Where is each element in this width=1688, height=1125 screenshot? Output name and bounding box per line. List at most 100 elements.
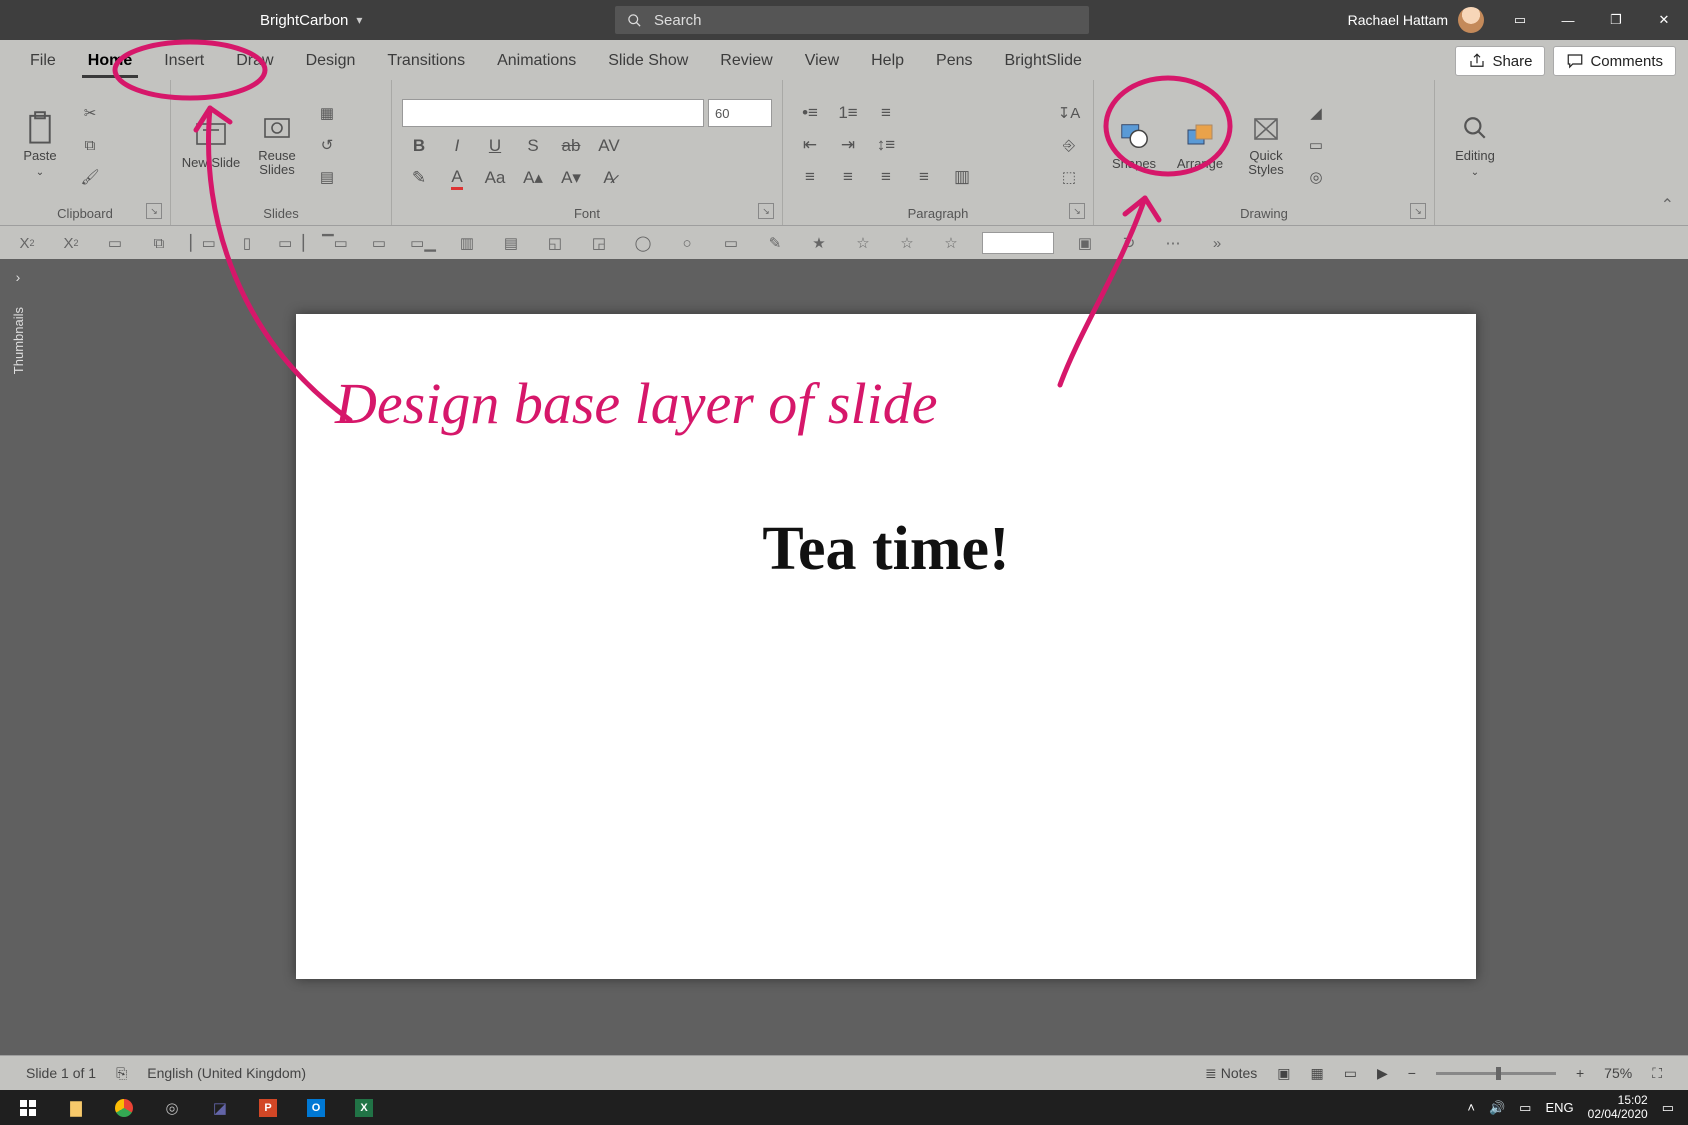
tab-home[interactable]: Home (72, 42, 148, 80)
list-level-button[interactable]: ≡ (869, 100, 903, 126)
align-center-button[interactable]: ≡ (831, 164, 865, 190)
bold-button[interactable]: B (402, 133, 436, 159)
decrease-indent-button[interactable]: ⇤ (793, 132, 827, 158)
justify-button[interactable]: ≡ (907, 164, 941, 190)
tab-design[interactable]: Design (290, 42, 372, 80)
excel-taskbar-icon[interactable]: X (340, 1090, 388, 1125)
notes-toggle[interactable]: ≣ Notes (1195, 1056, 1267, 1090)
qat-align-bottom-button[interactable]: ▭▁ (410, 232, 436, 254)
superscript-button[interactable]: X2 (58, 232, 84, 254)
tray-clock[interactable]: 15:02 02/04/2020 (1588, 1094, 1648, 1120)
section-button[interactable]: ▤ (313, 164, 341, 190)
slide-counter[interactable]: Slide 1 of 1 (16, 1056, 106, 1090)
qat-reorder-button[interactable]: ↻ (1116, 232, 1142, 254)
user-account[interactable]: Rachael Hattam (1336, 7, 1496, 33)
qat-overflow-button[interactable]: » (1204, 232, 1230, 254)
reuse-slides-button[interactable]: Reuse Slides (247, 98, 307, 193)
strike-button[interactable]: ab (554, 133, 588, 159)
tab-review[interactable]: Review (704, 42, 788, 80)
cut-button[interactable]: ✂ (76, 100, 104, 126)
qat-oval-button[interactable]: ◯ (630, 232, 656, 254)
qat-align-left-button[interactable]: ▏▭ (190, 232, 216, 254)
qat-dist-h-button[interactable]: ▥ (454, 232, 480, 254)
tab-insert[interactable]: Insert (148, 42, 220, 80)
slide[interactable]: Tea time! (296, 314, 1476, 979)
align-text-button[interactable]: ⎆ (1055, 132, 1083, 158)
shape-outline-button[interactable]: ▭ (1302, 132, 1330, 158)
increase-indent-button[interactable]: ⇥ (831, 132, 865, 158)
explorer-taskbar-icon[interactable]: ▇ (52, 1090, 100, 1125)
format-painter-button[interactable]: 🖌 (76, 164, 104, 190)
tray-volume-icon[interactable]: 🔊 (1489, 1100, 1505, 1116)
underline-button[interactable]: U (478, 133, 512, 159)
qat-align-right-button[interactable]: ▭▕ (278, 232, 304, 254)
chrome-taskbar-icon[interactable] (100, 1090, 148, 1125)
arrange-button[interactable]: Arrange (1170, 98, 1230, 193)
language-status[interactable]: English (United Kingdom) (137, 1056, 316, 1090)
highlight-button[interactable]: ✎ (402, 165, 436, 191)
app1-taskbar-icon[interactable]: ◎ (148, 1090, 196, 1125)
tray-chevron-icon[interactable]: ˄ (1467, 1100, 1475, 1115)
zoom-value[interactable]: 75% (1594, 1056, 1642, 1090)
tab-brightslide[interactable]: BrightSlide (989, 42, 1098, 80)
qat-animation-button[interactable]: ★ (806, 232, 832, 254)
text-direction-button[interactable]: ↧A (1055, 100, 1083, 126)
font-color-button[interactable]: A (440, 165, 474, 191)
clipboard-launcher[interactable]: ↘ (146, 203, 162, 219)
expand-thumbnails-icon[interactable]: › (16, 269, 21, 285)
paragraph-launcher[interactable]: ↘ (1069, 203, 1085, 219)
tab-pens[interactable]: Pens (920, 42, 988, 80)
tab-view[interactable]: View (789, 42, 855, 80)
qat-star3-button[interactable]: ☆ (938, 232, 964, 254)
reading-view-button[interactable]: ▭ (1334, 1056, 1367, 1090)
zoom-out-button[interactable]: − (1398, 1056, 1426, 1090)
reset-button[interactable]: ↺ (313, 132, 341, 158)
document-title[interactable]: BrightCarbon ▾ (260, 12, 362, 29)
ribbon-display-button[interactable]: ▭ (1496, 0, 1544, 40)
align-left-button[interactable]: ≡ (793, 164, 827, 190)
shape-fill-button[interactable]: ◢ (1302, 100, 1330, 126)
search-box[interactable]: Search (615, 6, 1089, 34)
slide-title-text[interactable]: Tea time! (296, 514, 1476, 585)
qat-more-button[interactable]: ⋯ (1160, 232, 1186, 254)
tab-draw[interactable]: Draw (220, 42, 289, 80)
sorter-view-button[interactable]: ▦ (1301, 1056, 1334, 1090)
shrink-font-button[interactable]: A▾ (554, 165, 588, 191)
slide-canvas-area[interactable]: Tea time! (36, 259, 1688, 1055)
thumbnail-rail[interactable]: › Thumbnails (0, 259, 36, 1055)
numbering-button[interactable]: 1≡ (831, 100, 865, 126)
tab-transitions[interactable]: Transitions (371, 42, 481, 80)
subscript-button[interactable]: X2 (14, 232, 40, 254)
share-button[interactable]: Share (1455, 46, 1545, 76)
spacing-button[interactable]: AV (592, 133, 626, 159)
qat-align-button[interactable]: ▭ (102, 232, 128, 254)
qat-circle-button[interactable]: ○ (674, 232, 700, 254)
start-button[interactable] (4, 1090, 52, 1125)
slideshow-view-button[interactable]: ▶ (1367, 1056, 1398, 1090)
quick-styles-button[interactable]: Quick Styles (1236, 98, 1296, 193)
font-size-combo[interactable]: 60 (708, 99, 772, 127)
qat-star2-button[interactable]: ☆ (894, 232, 920, 254)
qat-align-center-button[interactable]: ▯ (234, 232, 260, 254)
outlook-taskbar-icon[interactable]: O (292, 1090, 340, 1125)
zoom-slider[interactable] (1436, 1072, 1556, 1075)
close-button[interactable]: ✕ (1640, 0, 1688, 40)
qat-selection-pane-button[interactable]: ▣ (1072, 232, 1098, 254)
fit-to-window-button[interactable]: ⛶ (1642, 1056, 1672, 1090)
spellcheck-icon[interactable]: ⎘ (106, 1056, 137, 1090)
comments-button[interactable]: Comments (1553, 46, 1676, 76)
zoom-in-button[interactable]: + (1566, 1056, 1594, 1090)
tab-slideshow[interactable]: Slide Show (592, 42, 704, 80)
clear-format-button[interactable]: A̷ (592, 165, 626, 191)
bullets-button[interactable]: •≡ (793, 100, 827, 126)
shapes-button[interactable]: Shapes (1104, 98, 1164, 193)
qat-duration-combo[interactable] (982, 232, 1054, 254)
normal-view-button[interactable]: ▣ (1267, 1056, 1300, 1090)
font-family-combo[interactable] (402, 99, 704, 127)
maximize-button[interactable]: ❐ (1592, 0, 1640, 40)
qat-eyedropper-button[interactable]: ✎ (762, 232, 788, 254)
paste-button[interactable]: Paste ⌄ (10, 98, 70, 193)
font-launcher[interactable]: ↘ (758, 203, 774, 219)
qat-dist-v-button[interactable]: ▤ (498, 232, 524, 254)
tray-language[interactable]: ENG (1545, 1100, 1573, 1115)
